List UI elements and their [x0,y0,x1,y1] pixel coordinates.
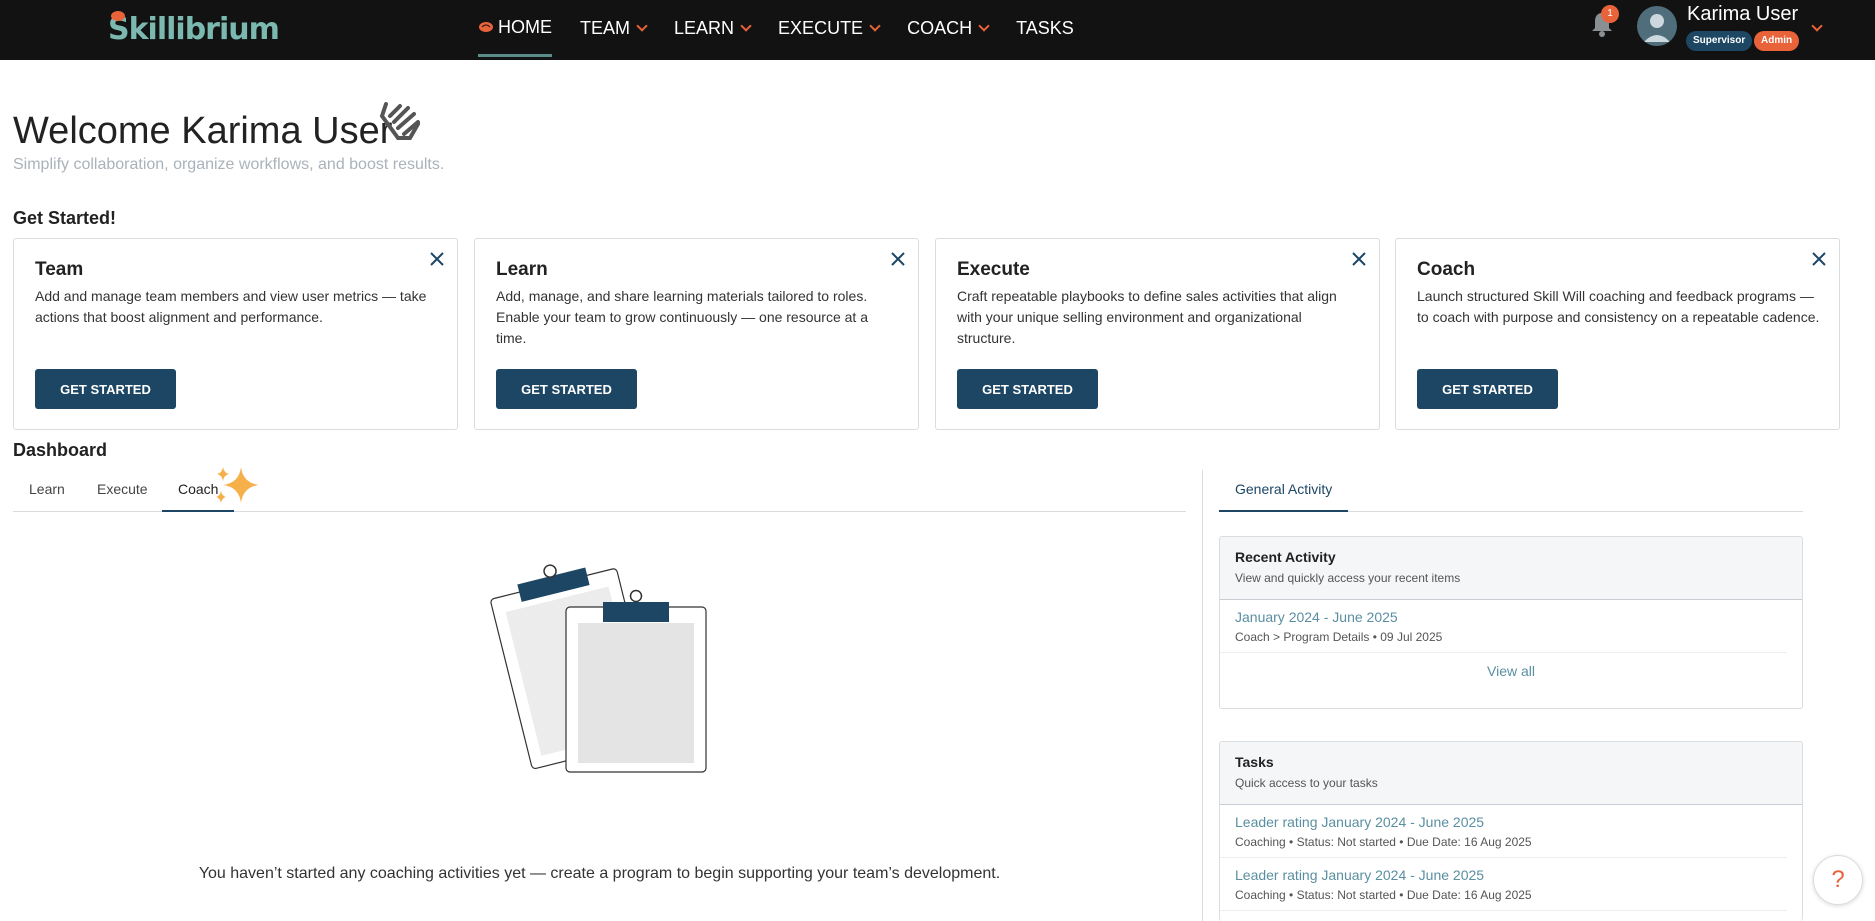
get-started-button[interactable]: GET STARTED [35,369,176,409]
list-item[interactable]: Leader rating January 2024 - June 2025 C… [1220,805,1787,858]
page-title: Welcome Karima User [13,110,393,152]
panel-subtitle: Quick access to your tasks [1235,776,1378,790]
tab-execute[interactable]: Execute [81,470,164,512]
get-started-button[interactable]: GET STARTED [957,369,1098,409]
logo-text: Skillibrium [108,11,280,47]
close-icon[interactable] [890,251,906,267]
recent-activity-panel: Recent Activity View and quickly access … [1219,536,1803,709]
get-started-card-learn: Learn Add, manage, and share learning ma… [474,238,919,430]
page-subtitle: Simplify collaboration, organize workflo… [13,156,445,173]
nav-home-label: HOME [498,16,552,37]
panel-title: Tasks [1235,754,1274,770]
get-started-card-team: Team Add and manage team members and vie… [13,238,458,430]
brain-icon [111,11,125,21]
user-menu-chevron-icon[interactable] [1811,20,1823,32]
card-title: Team [35,259,84,280]
top-navbar: Skillibrium HOME TEAM LEARN EXECUTE COAC… [0,0,1875,60]
nav-tasks[interactable]: TASKS [1016,0,1074,56]
user-name: Karima User [1687,3,1799,25]
nav-coach[interactable]: COACH [907,0,990,56]
nav-tasks-label: TASKS [1016,17,1074,38]
card-description: Craft repeatable playbooks to define sal… [957,288,1337,346]
empty-state-message: You haven’t started any coaching activit… [198,865,1001,882]
tab-general-activity[interactable]: General Activity [1219,470,1349,512]
waving-hand-icon [379,102,420,140]
tasks-panel: Tasks Quick access to your tasks Leader … [1219,741,1803,921]
dashboard-tabs: Learn Execute Coach [13,470,1186,512]
chevron-down-icon [636,20,648,32]
get-started-button[interactable]: GET STARTED [1417,369,1558,409]
sparkle-icon [216,467,259,503]
task-meta: Coaching • Status: Not started • Due Dat… [1235,888,1532,902]
nav-execute-label: EXECUTE [778,17,864,38]
nav-learn-label: LEARN [674,17,735,38]
close-icon[interactable] [1811,251,1827,267]
help-button[interactable]: ? [1813,855,1863,905]
panel-header: Recent Activity View and quickly access … [1220,537,1802,600]
close-icon[interactable] [429,251,445,267]
home-brain-icon [479,22,493,32]
card-description: Launch structured Skill Will coaching an… [1417,288,1820,325]
task-title[interactable]: Leader rating January 2024 - June 2025 [1235,867,1772,883]
chevron-down-icon [869,20,881,32]
nav-home[interactable]: HOME [478,0,552,57]
recent-item-meta: Coach > Program Details • 09 Jul 2025 [1235,630,1443,644]
dashboard-heading: Dashboard [13,440,108,460]
card-description: Add, manage, and share learning material… [496,288,868,346]
panel-title: Recent Activity [1235,549,1336,565]
nav-execute[interactable]: EXECUTE [778,0,881,56]
avatar[interactable] [1637,6,1677,46]
recent-item-title[interactable]: January 2024 - June 2025 [1235,609,1772,625]
user-silhouette-icon [1644,14,1670,42]
role-badge-admin: Admin [1754,31,1800,51]
chevron-down-icon [978,20,990,32]
nav-coach-label: COACH [907,17,973,38]
card-description: Add and manage team members and view use… [35,288,427,325]
card-title: Learn [496,259,548,280]
task-title[interactable]: Leader rating January 2024 - June 2025 [1235,814,1772,830]
empty-clipboards-illustration [490,564,707,773]
get-started-card-coach: Coach Launch structured Skill Will coach… [1395,238,1840,430]
nav-learn[interactable]: LEARN [674,0,752,56]
tab-learn[interactable]: Learn [13,470,81,512]
main-nav: HOME TEAM LEARN EXECUTE COACH TASKS [478,0,1102,60]
list-item[interactable]: Leader rating January 2024 - June 2025 C… [1220,858,1787,911]
task-meta: Coaching • Status: Not started • Due Dat… [1235,835,1532,849]
card-title: Execute [957,259,1030,280]
vertical-divider [1202,470,1203,921]
view-all-link[interactable]: View all [1220,653,1802,689]
notification-count-badge: 1 [1601,5,1619,23]
get-started-card-execute: Execute Craft repeatable playbooks to de… [935,238,1380,430]
nav-team-label: TEAM [580,17,631,38]
skillibrium-logo[interactable]: Skillibrium [108,8,280,50]
activity-tabs: General Activity [1219,470,1803,512]
get-started-heading: Get Started! [13,208,117,228]
close-icon[interactable] [1351,251,1367,267]
panel-header: Tasks Quick access to your tasks [1220,742,1802,805]
chevron-down-icon [740,20,752,32]
card-title: Coach [1417,259,1476,280]
list-item[interactable]: January 2024 - June 2025 Coach > Program… [1220,600,1787,653]
get-started-button[interactable]: GET STARTED [496,369,637,409]
panel-subtitle: View and quickly access your recent item… [1235,571,1461,585]
role-badge-supervisor: Supervisor [1686,31,1753,51]
nav-team[interactable]: TEAM [580,0,648,56]
